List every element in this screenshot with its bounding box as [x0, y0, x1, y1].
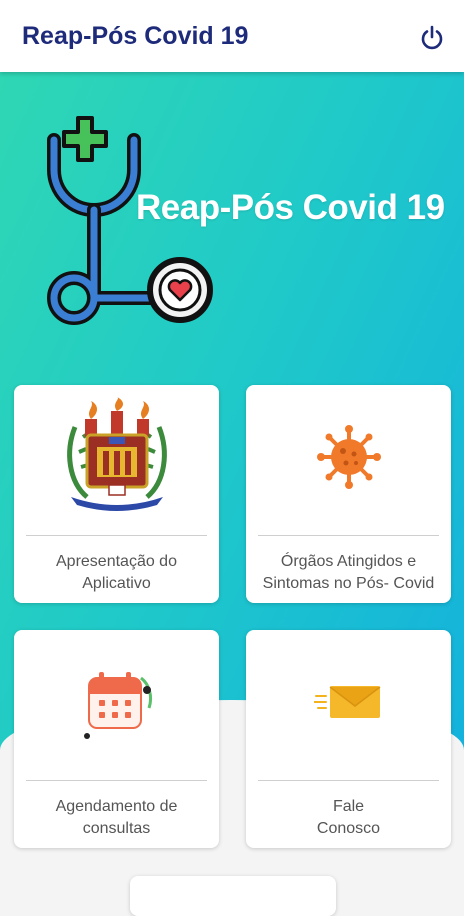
card-divider — [258, 535, 439, 536]
envelope-icon — [313, 686, 380, 718]
card-divider — [26, 535, 207, 536]
app-bar: Reap-Pós Covid 19 — [0, 0, 464, 72]
card-app-presentation[interactable]: Apresentação do Aplicativo — [14, 385, 219, 603]
power-icon — [421, 25, 443, 50]
card-label-organs: Órgãos Atingidos e Sintomas no Pós- Covi… — [262, 553, 435, 592]
card-label-appointments: Agendamento de consultas — [55, 798, 178, 837]
stethoscope-heart-logo — [46, 116, 213, 325]
virus-icon — [316, 425, 381, 489]
app-title: Reap-Pós Covid 19 — [22, 22, 249, 50]
calendar-icon — [83, 672, 152, 739]
card-label-contact: Fale Conosco — [316, 798, 381, 837]
next-card-partial[interactable] — [130, 876, 336, 916]
logout-button[interactable] — [414, 20, 450, 56]
university-crest-icon — [66, 397, 167, 511]
card-divider — [26, 780, 207, 781]
card-contact-us[interactable]: Fale Conosco — [246, 630, 451, 848]
card-label-presentation: Apresentação do Aplicativo — [56, 553, 177, 592]
hero-title: Reap-Pós Covid 19 — [136, 188, 445, 227]
card-appointments[interactable]: Agendamento de consultas — [14, 630, 219, 848]
card-divider — [258, 780, 439, 781]
card-organs-symptoms[interactable]: Órgãos Atingidos e Sintomas no Pós- Covi… — [246, 385, 451, 603]
